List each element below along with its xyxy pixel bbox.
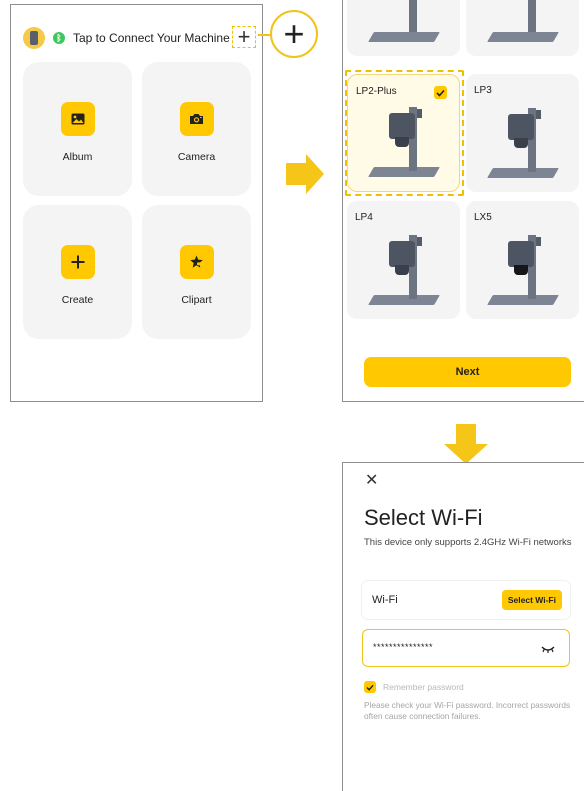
machine-image <box>367 0 440 42</box>
image-icon <box>60 102 95 136</box>
model-name: LP2-Plus <box>356 86 397 97</box>
camera-label: Camera <box>177 151 216 163</box>
machine-image <box>486 0 559 42</box>
model-card-lp4[interactable]: LP4 <box>347 201 460 319</box>
page-title: Select Wi-Fi <box>364 505 483 530</box>
wifi-label: Wi-Fi <box>372 594 398 606</box>
select-wifi-button[interactable]: Select Wi-Fi <box>501 590 562 610</box>
arrow-right-icon <box>286 154 324 194</box>
model-card-lp3[interactable]: LP3 <box>466 74 579 192</box>
add-device-button[interactable]: + <box>232 26 256 48</box>
model-card-lp2-plus[interactable]: LP2-Plus <box>347 74 460 192</box>
home-screen: ᛒ Tap to Connect Your Machine + Album Ca… <box>10 4 263 402</box>
remember-checkbox[interactable] <box>364 681 376 693</box>
check-icon <box>434 86 447 99</box>
next-button[interactable]: Next <box>364 357 571 387</box>
remember-label: Remember password <box>383 682 464 692</box>
create-label: Create <box>61 294 94 306</box>
album-tile[interactable]: Album <box>23 62 132 196</box>
clipart-label: Clipart <box>181 294 212 306</box>
camera-icon <box>179 102 214 136</box>
machine-image <box>367 103 440 177</box>
add-button-callout: + <box>270 10 318 58</box>
eye-closed-icon[interactable] <box>541 644 555 654</box>
camera-tile[interactable]: Camera <box>142 62 251 196</box>
model-name: LP4 <box>355 212 373 223</box>
machine-image <box>486 104 559 178</box>
model-card-lx5[interactable]: LX5 <box>466 201 579 319</box>
model-card-partial[interactable] <box>347 0 460 56</box>
clipart-icon <box>179 245 214 279</box>
plus-icon <box>60 245 95 279</box>
machine-figure-icon <box>30 31 38 45</box>
machine-image <box>486 231 559 305</box>
remember-password-row[interactable]: Remember password <box>364 681 464 693</box>
model-name: LX5 <box>474 212 492 223</box>
album-label: Album <box>62 151 93 163</box>
machine-image <box>367 231 440 305</box>
model-select-screen: LP2-Plus LP3 LP4 LX5 Next <box>342 0 584 402</box>
wifi-network-row: Wi-Fi Select Wi-Fi <box>362 581 570 619</box>
plus-icon: + <box>237 24 251 49</box>
arrow-down-icon <box>444 424 488 464</box>
page-subtitle: This device only supports 2.4GHz Wi-Fi n… <box>364 537 572 548</box>
password-value: *************** <box>373 642 434 652</box>
wifi-help-note: Please check your Wi-Fi password. Incorr… <box>364 700 571 721</box>
close-icon[interactable]: ✕ <box>365 473 378 489</box>
wifi-screen: ✕ Select Wi-Fi This device only supports… <box>342 462 584 791</box>
bluetooth-icon: ᛒ <box>53 32 65 44</box>
create-tile[interactable]: Create <box>23 205 132 339</box>
password-field[interactable]: *************** <box>362 629 570 667</box>
model-card-partial[interactable] <box>466 0 579 56</box>
machine-avatar <box>23 27 45 49</box>
connect-text: Tap to Connect Your Machine <box>73 31 230 45</box>
clipart-tile[interactable]: Clipart <box>142 205 251 339</box>
plus-icon: + <box>283 13 305 54</box>
connect-machine-bar[interactable]: ᛒ Tap to Connect Your Machine <box>23 27 230 49</box>
model-name: LP3 <box>474 85 492 96</box>
